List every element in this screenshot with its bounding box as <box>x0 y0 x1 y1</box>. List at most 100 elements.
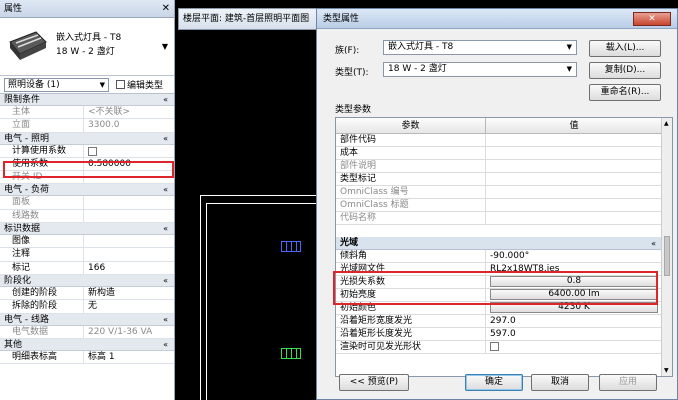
parameter-row[interactable]: 成本 <box>336 147 662 160</box>
collapse-icon[interactable]: « <box>163 184 168 196</box>
property-row[interactable]: 立面 3300.0 <box>0 119 174 133</box>
section-header[interactable]: 阶段化 « <box>0 274 174 287</box>
collapse-icon[interactable]: « <box>163 223 168 235</box>
parameter-value[interactable]: 597.0 <box>490 328 658 340</box>
parameter-row[interactable]: OmniClass 编号 <box>336 186 662 199</box>
parameter-row[interactable]: 代码名称 <box>336 212 662 225</box>
type-properties-dialog: 类型属性 ✕ 族(F): 嵌入式灯具 - T8 ▼ 载入(L)... 类型(T)… <box>316 8 678 400</box>
section-header[interactable]: 电气 - 负荷 « <box>0 184 174 197</box>
property-row[interactable]: 线路数 <box>0 209 174 224</box>
collapse-icon[interactable]: « <box>163 339 168 351</box>
column-header-param[interactable]: 参数 <box>336 118 486 134</box>
parameter-row[interactable]: 部件代码 <box>336 134 662 147</box>
parameter-value[interactable]: -90.000° <box>490 250 658 262</box>
property-name: 主体 <box>12 106 84 119</box>
collapse-icon[interactable]: « <box>651 237 656 250</box>
edit-type-button[interactable]: 编辑类型 <box>116 78 163 91</box>
parameter-row[interactable]: 沿着矩形长度发光 597.0 <box>336 328 662 341</box>
vertical-scrollbar[interactable]: ▲ ▼ <box>661 118 672 376</box>
checkbox[interactable] <box>490 342 499 351</box>
view-tab-label: 楼层平面: 建筑-首层照明平面图 <box>183 14 310 24</box>
view-tab[interactable]: 楼层平面: 建筑-首层照明平面图 <box>178 8 323 30</box>
collapse-icon[interactable]: « <box>163 275 168 287</box>
property-row[interactable]: 主体 <不关联> <box>0 106 174 120</box>
section-header[interactable]: 标识数据 « <box>0 223 174 236</box>
property-row[interactable]: 面板 <box>0 196 174 210</box>
collapse-icon[interactable]: « <box>163 133 168 145</box>
load-button[interactable]: 载入(L)... <box>589 40 661 57</box>
scroll-thumb[interactable] <box>664 236 670 276</box>
rename-button[interactable]: 重命名(R)... <box>589 84 661 101</box>
parameter-row[interactable]: 沿着矩形宽度发光 297.0 <box>336 315 662 328</box>
parameter-row[interactable]: 部件说明 <box>336 160 662 173</box>
property-row[interactable]: 注释 <box>0 248 174 262</box>
parameter-value[interactable]: 297.0 <box>490 315 658 327</box>
properties-palette: 属性 ✕ 嵌入式灯具 - T8 18 W - 2 盏灯 ▼ 照明设备 (1) ▼… <box>0 0 175 400</box>
apply-button[interactable]: 应用 <box>599 374 657 391</box>
family-label: 族(F): <box>335 46 360 56</box>
chevron-down-icon: ▼ <box>566 43 572 51</box>
category-dropdown[interactable]: 照明设备 (1) ▼ <box>4 78 109 92</box>
parameter-name: 倾斜角 <box>340 250 486 262</box>
parameter-row[interactable]: 类型标记 <box>336 173 662 186</box>
property-row[interactable]: 计算使用系数 <box>0 144 174 158</box>
section-header[interactable]: 电气 - 照明 « <box>0 132 174 145</box>
properties-list: 限制条件 «主体 <不关联> 立面 3300.0 电气 - 照明 «计算使用系数 使用系数 0.… <box>0 94 174 365</box>
parameter-name: 代码名称 <box>340 212 486 224</box>
property-value[interactable]: 220 V/1-36 VA <box>88 326 152 339</box>
parameter-row[interactable]: 渲染时可见发光形状 <box>336 341 662 354</box>
section-label: 电气 - 线路 <box>4 314 49 325</box>
property-value[interactable]: 3300.0 <box>88 119 120 132</box>
preview-button[interactable]: << 预览(P) <box>339 374 409 391</box>
type-subname: 18 W - 2 盏灯 <box>56 47 115 57</box>
property-row[interactable]: 明细表标高 标高 1 <box>0 350 174 365</box>
property-value[interactable]: 标高 1 <box>88 351 115 364</box>
property-name: 立面 <box>12 119 84 132</box>
checkbox[interactable] <box>88 146 97 156</box>
property-value[interactable]: 166 <box>88 262 105 275</box>
highlight-box <box>3 161 174 178</box>
property-row[interactable]: 图像 <box>0 235 174 249</box>
parameter-row[interactable]: OmniClass 标题 <box>336 199 662 212</box>
section-label: 电气 - 负荷 <box>4 185 49 196</box>
parameter-name: OmniClass 编号 <box>340 186 486 198</box>
property-value[interactable]: <不关联> <box>88 106 130 119</box>
section-header[interactable]: 电气 - 线路 « <box>0 313 174 326</box>
property-row[interactable]: 电气数据 220 V/1-36 VA <box>0 325 174 339</box>
type-label: 类型(T): <box>335 68 369 78</box>
ok-button[interactable]: 确定 <box>465 374 523 391</box>
type-selector[interactable]: 嵌入式灯具 - T8 18 W - 2 盏灯 ▼ <box>0 18 174 76</box>
close-icon[interactable]: ✕ <box>162 0 170 18</box>
grid-section-header[interactable]: 光域 « <box>336 237 662 250</box>
family-dropdown[interactable]: 嵌入式灯具 - T8 ▼ <box>383 40 577 55</box>
section-header[interactable]: 限制条件 « <box>0 94 174 106</box>
scroll-down-icon[interactable]: ▼ <box>664 367 669 374</box>
section-label: 电气 - 照明 <box>4 133 49 144</box>
parameter-name: 沿着矩形长度发光 <box>340 328 486 340</box>
type-params-label: 类型参数 <box>335 105 372 115</box>
property-value[interactable]: 无 <box>88 300 97 313</box>
parameter-name: 部件说明 <box>340 160 486 172</box>
family-value: 嵌入式灯具 - T8 <box>388 42 454 52</box>
property-row[interactable]: 标记 166 <box>0 261 174 275</box>
scroll-up-icon[interactable]: ▲ <box>664 120 669 127</box>
parameter-name: 成本 <box>340 147 486 159</box>
duplicate-button[interactable]: 复制(D)... <box>589 62 661 79</box>
chevron-down-icon: ▼ <box>566 65 572 73</box>
parameter-row[interactable]: 倾斜角 -90.000° <box>336 250 662 263</box>
property-row[interactable]: 拆除的阶段无 <box>0 300 174 314</box>
collapse-icon[interactable]: « <box>163 94 168 106</box>
light-fixture-symbol[interactable] <box>281 241 301 252</box>
section-header[interactable]: 其他 « <box>0 338 174 351</box>
collapse-icon[interactable]: « <box>163 314 168 326</box>
chevron-down-icon[interactable]: ▼ <box>162 42 168 51</box>
property-value[interactable]: 新构造 <box>88 287 115 300</box>
dialog-title: 类型属性 <box>323 14 360 24</box>
cancel-button[interactable]: 取消 <box>531 374 589 391</box>
property-row[interactable]: 创建的阶段 新构造 <box>0 286 174 301</box>
light-fixture-symbol-selected[interactable] <box>281 348 301 359</box>
close-button[interactable]: ✕ <box>633 12 671 26</box>
property-name: 注释 <box>12 248 84 261</box>
type-dropdown[interactable]: 18 W - 2 盏灯 ▼ <box>383 62 577 77</box>
column-header-value[interactable]: 值 <box>486 118 662 134</box>
